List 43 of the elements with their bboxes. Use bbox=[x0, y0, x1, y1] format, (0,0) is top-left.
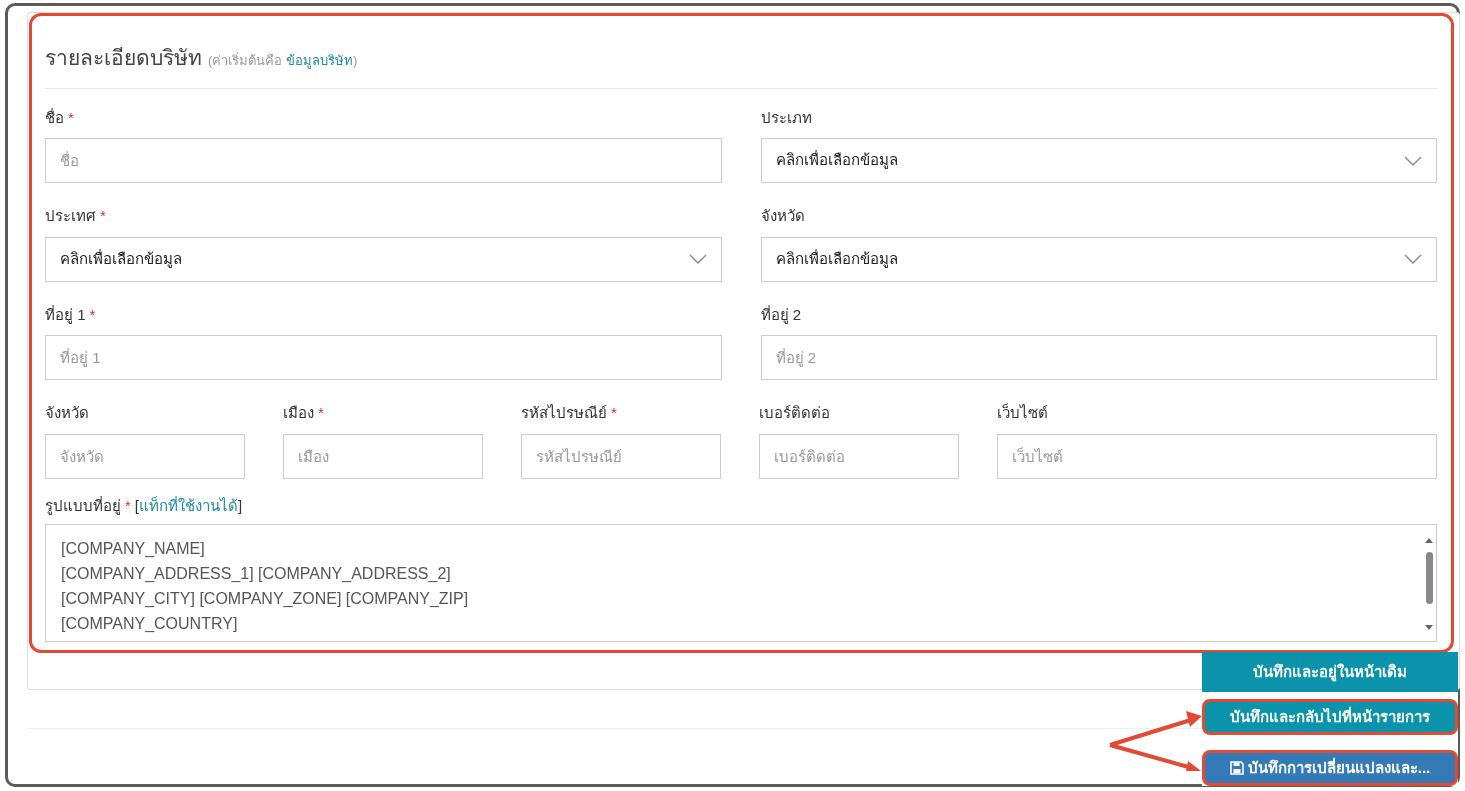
section-note: (ค่าเริ่มต้นคือ ข้อมูลบริษัท) bbox=[208, 51, 358, 71]
required-mark: * bbox=[68, 107, 74, 128]
input-field[interactable]: ที่อยู่ 2 bbox=[760, 335, 1437, 380]
input-field[interactable]: จังหวัด bbox=[45, 433, 245, 479]
chevron-down-icon bbox=[1404, 254, 1422, 264]
required-mark: * bbox=[318, 403, 324, 423]
section-title: รายละเอียดบริษัท bbox=[45, 45, 202, 71]
field-label: ประเทศ bbox=[45, 206, 96, 226]
save-button[interactable]: บันทึกและอยู่ในหน้าเดิม bbox=[1202, 652, 1458, 692]
required-mark: * bbox=[125, 495, 131, 516]
input-field[interactable]: เว็บไซต์ bbox=[997, 433, 1437, 479]
save-button[interactable]: บันทึกการเปลี่ยนแปลงและ... bbox=[1202, 750, 1458, 786]
chevron-down-icon bbox=[1404, 155, 1422, 166]
bracket-text: [ bbox=[134, 495, 139, 516]
select-field[interactable]: คลิกเพื่อเลือกข้อมูล bbox=[760, 236, 1437, 282]
input-field[interactable]: เมือง bbox=[283, 433, 483, 479]
field-label: เบอร์ติดต่อ bbox=[759, 403, 830, 423]
field-label: ที่อยู่ 1 bbox=[45, 304, 86, 326]
save-button[interactable]: บันทึกและกลับไปที่หน้ารายการ bbox=[1202, 699, 1458, 735]
field-label: จังหวัด bbox=[45, 403, 89, 423]
input-field[interactable]: ที่อยู่ 1 bbox=[45, 335, 722, 380]
select-field[interactable]: คลิกเพื่อเลือกข้อมูล bbox=[760, 138, 1437, 183]
required-mark: * bbox=[611, 403, 617, 423]
field-label: ชื่อ bbox=[45, 107, 64, 128]
input-field[interactable]: เบอร์ติดต่อ bbox=[759, 433, 959, 479]
field-label: ประเภท bbox=[760, 107, 812, 128]
input-field[interactable]: ชื่อ bbox=[45, 138, 722, 183]
address-format-text: [COMPANY_NAME] [COMPANY_ADDRESS_1] [COMPANY_ADDRESS_2] [COMPANY_CITY] [COMPANY_ZONE] [COMPANY_ZIP] [COMPANY_COUNTRY] bbox=[60, 539, 469, 634]
field-label: จังหวัด bbox=[760, 206, 805, 226]
input-field[interactable]: รหัสไปรษณีย์ bbox=[521, 433, 721, 479]
field-label: รูปแบบที่อยู่ bbox=[45, 495, 121, 517]
company-info-link[interactable]: ข้อมูลบริษัท bbox=[285, 53, 353, 68]
required-mark: * bbox=[89, 304, 96, 325]
available-tags-link[interactable]: แท็กที่ใช้งานได้ bbox=[139, 494, 238, 517]
field-label: ที่อยู่ 2 bbox=[760, 304, 801, 326]
field-label: เว็บไซต์ bbox=[997, 402, 1048, 423]
address-format-field[interactable]: [COMPANY_NAME] [COMPANY_ADDRESS_1] [COMPANY_ADDRESS_2] [COMPANY_CITY] [COMPANY_ZONE] [COMPANY_ZIP] [COMPANY_COUNTRY] bbox=[45, 524, 1437, 642]
field-label: รหัสไปรษณีย์ bbox=[521, 403, 607, 423]
required-mark: * bbox=[100, 206, 106, 226]
select-field[interactable]: คลิกเพื่อเลือกข้อมูล bbox=[45, 236, 722, 282]
chevron-down-icon bbox=[688, 254, 707, 264]
field-label: เมือง bbox=[283, 403, 314, 423]
bracket-text: ] bbox=[238, 495, 243, 516]
